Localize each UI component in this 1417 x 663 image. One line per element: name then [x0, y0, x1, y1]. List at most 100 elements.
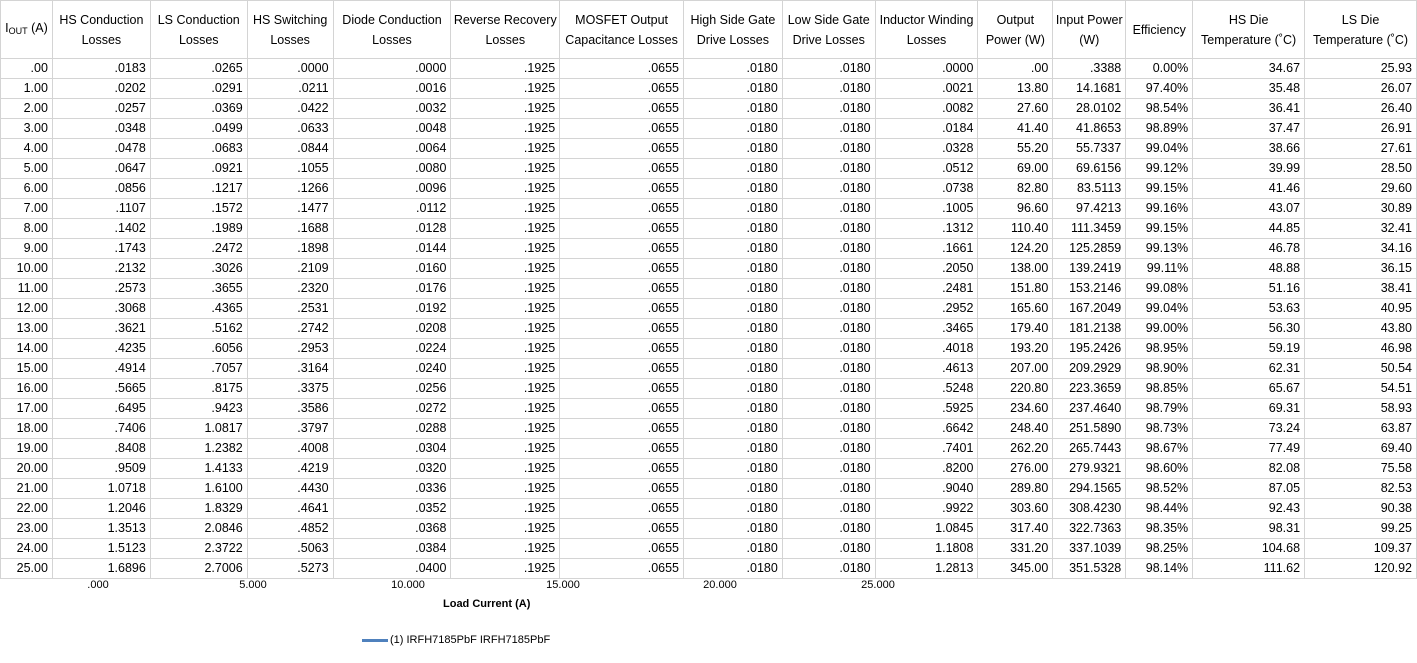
table-cell[interactable]: 37.47	[1192, 118, 1306, 139]
table-cell[interactable]: .0180	[781, 78, 876, 99]
table-cell[interactable]: .1312	[874, 218, 979, 239]
table-cell[interactable]: .0272	[332, 398, 452, 419]
table-cell[interactable]: 4.00	[0, 138, 53, 159]
table-cell[interactable]: .0647	[51, 158, 151, 179]
table-cell[interactable]: .4914	[51, 358, 151, 379]
table-cell[interactable]: .0180	[781, 238, 876, 259]
table-cell[interactable]: 99.04%	[1125, 298, 1194, 319]
table-cell[interactable]: 55.7337	[1052, 138, 1127, 159]
table-cell[interactable]: .1925	[450, 118, 561, 139]
table-cell[interactable]: 36.15	[1304, 258, 1417, 279]
table-cell[interactable]: .0655	[559, 158, 684, 179]
table-cell[interactable]: 120.92	[1304, 558, 1417, 579]
table-cell[interactable]: 179.40	[977, 318, 1054, 339]
table-cell[interactable]: .3621	[51, 318, 151, 339]
table-cell[interactable]: .0180	[683, 258, 783, 279]
table-cell[interactable]: 98.31	[1192, 518, 1306, 539]
table-cell[interactable]: .4219	[246, 458, 334, 479]
table-cell[interactable]: .0180	[781, 258, 876, 279]
table-cell[interactable]: 303.60	[977, 498, 1054, 519]
table-cell[interactable]: 11.00	[0, 278, 53, 299]
table-cell[interactable]: 62.31	[1192, 358, 1306, 379]
table-cell[interactable]: 98.60%	[1125, 458, 1194, 479]
table-cell[interactable]: 58.93	[1304, 398, 1417, 419]
table-cell[interactable]: .0180	[781, 318, 876, 339]
table-cell[interactable]: .1925	[450, 198, 561, 219]
table-cell[interactable]: .4008	[246, 438, 334, 459]
table-cell[interactable]: 1.0817	[149, 418, 248, 439]
table-cell[interactable]: 6.00	[0, 178, 53, 199]
table-cell[interactable]: .0112	[332, 198, 452, 219]
table-cell[interactable]: .1925	[450, 98, 561, 119]
table-cell[interactable]: .0176	[332, 278, 452, 299]
table-cell[interactable]: 92.43	[1192, 498, 1306, 519]
table-cell[interactable]: 98.52%	[1125, 478, 1194, 499]
table-cell[interactable]: 1.8329	[149, 498, 248, 519]
table-cell[interactable]: 9.00	[0, 238, 53, 259]
table-cell[interactable]: .3388	[1052, 58, 1127, 79]
table-cell[interactable]: .1925	[450, 418, 561, 439]
table-cell[interactable]: .2481	[874, 278, 979, 299]
table-cell[interactable]: 265.7443	[1052, 438, 1127, 459]
table-cell[interactable]: .0304	[332, 438, 452, 459]
table-cell[interactable]: 294.1565	[1052, 478, 1127, 499]
table-cell[interactable]: 1.6100	[149, 478, 248, 499]
table-cell[interactable]: 337.1039	[1052, 538, 1127, 559]
table-cell[interactable]: 27.61	[1304, 138, 1417, 159]
table-cell[interactable]: 2.0846	[149, 518, 248, 539]
table-cell[interactable]: 207.00	[977, 358, 1054, 379]
table-cell[interactable]: .0655	[559, 418, 684, 439]
table-cell[interactable]: .0183	[51, 58, 151, 79]
column-header[interactable]: IOUT (A)	[0, 0, 53, 59]
table-cell[interactable]: 27.60	[977, 98, 1054, 119]
table-cell[interactable]: 77.49	[1192, 438, 1306, 459]
table-cell[interactable]: 38.41	[1304, 278, 1417, 299]
table-cell[interactable]: .0224	[332, 338, 452, 359]
table-cell[interactable]: 10.00	[0, 258, 53, 279]
table-cell[interactable]: 167.2049	[1052, 298, 1127, 319]
table-cell[interactable]: .0633	[246, 118, 334, 139]
table-cell[interactable]: 165.60	[977, 298, 1054, 319]
table-cell[interactable]: 69.40	[1304, 438, 1417, 459]
table-cell[interactable]: .9509	[51, 458, 151, 479]
table-cell[interactable]: .1925	[450, 338, 561, 359]
table-cell[interactable]: 237.4640	[1052, 398, 1127, 419]
table-cell[interactable]: .1925	[450, 398, 561, 419]
table-cell[interactable]: .0180	[781, 378, 876, 399]
table-cell[interactable]: .0208	[332, 318, 452, 339]
table-cell[interactable]: 181.2138	[1052, 318, 1127, 339]
table-cell[interactable]: 8.00	[0, 218, 53, 239]
table-cell[interactable]: .9040	[874, 478, 979, 499]
table-cell[interactable]: .0180	[781, 118, 876, 139]
table-cell[interactable]: .0328	[874, 138, 979, 159]
table-cell[interactable]: 96.60	[977, 198, 1054, 219]
table-cell[interactable]: .1661	[874, 238, 979, 259]
table-cell[interactable]: .0655	[559, 98, 684, 119]
table-cell[interactable]: .0921	[149, 158, 248, 179]
table-cell[interactable]: 16.00	[0, 378, 53, 399]
table-cell[interactable]: .0180	[781, 458, 876, 479]
table-cell[interactable]: 1.2813	[874, 558, 979, 579]
table-cell[interactable]: 98.89%	[1125, 118, 1194, 139]
table-cell[interactable]: .0422	[246, 98, 334, 119]
table-cell[interactable]: 35.48	[1192, 78, 1306, 99]
table-cell[interactable]: .0655	[559, 318, 684, 339]
table-cell[interactable]: .0180	[781, 278, 876, 299]
table-cell[interactable]: .6495	[51, 398, 151, 419]
table-cell[interactable]: .0655	[559, 238, 684, 259]
table-cell[interactable]: 276.00	[977, 458, 1054, 479]
table-cell[interactable]: .0655	[559, 58, 684, 79]
table-cell[interactable]: 111.3459	[1052, 218, 1127, 239]
table-cell[interactable]: .0032	[332, 98, 452, 119]
table-cell[interactable]: .0180	[781, 98, 876, 119]
table-cell[interactable]: .0180	[683, 198, 783, 219]
table-cell[interactable]: .1925	[450, 218, 561, 239]
table-cell[interactable]: 69.00	[977, 158, 1054, 179]
table-cell[interactable]: 220.80	[977, 378, 1054, 399]
table-cell[interactable]: 279.9321	[1052, 458, 1127, 479]
table-cell[interactable]: .0180	[781, 518, 876, 539]
column-header[interactable]: Output Power (W)	[977, 0, 1054, 59]
table-cell[interactable]: 209.2929	[1052, 358, 1127, 379]
table-cell[interactable]: .0180	[683, 498, 783, 519]
table-cell[interactable]: .1925	[450, 358, 561, 379]
